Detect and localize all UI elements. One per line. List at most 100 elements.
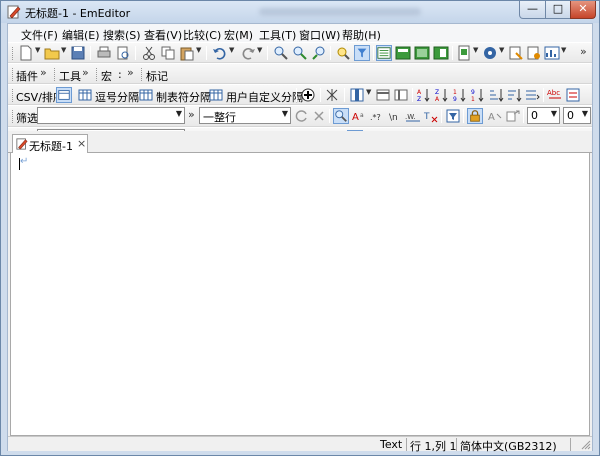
column-select-icon[interactable] — [349, 87, 365, 103]
tools-toolbar-label[interactable]: 工具 — [59, 68, 81, 84]
split-window-icon[interactable] — [395, 45, 411, 61]
tile-horizontal-icon[interactable] — [414, 45, 430, 61]
sort-numeric-ascending-icon[interactable]: 19 — [452, 87, 468, 103]
plugin-settings-icon[interactable] — [526, 45, 542, 61]
chevron-down-icon[interactable]: ▼ — [229, 46, 234, 54]
tile-vertical-icon[interactable] — [433, 45, 449, 61]
replace-icon[interactable] — [311, 45, 327, 61]
print-icon[interactable] — [96, 45, 112, 61]
sort-length-ascending-icon[interactable] — [488, 87, 504, 103]
toolbar-grip[interactable] — [12, 89, 15, 102]
number-before-select[interactable]: 0 ▼ — [527, 107, 560, 124]
menu-window[interactable]: 窗口(W) — [299, 27, 340, 43]
chevron-down-icon[interactable]: ▼ — [257, 46, 262, 54]
menu-file[interactable]: 文件(F) — [21, 27, 58, 43]
tab-close-icon[interactable]: × — [77, 137, 86, 150]
toolbar-grip[interactable] — [12, 110, 15, 123]
status-position[interactable]: 行 1,列 1 — [410, 438, 457, 454]
filter-input[interactable]: ▼ — [37, 107, 185, 124]
bookmark-toolbar-label[interactable]: 标记 — [146, 68, 168, 84]
menu-edit[interactable]: 编辑(E) — [62, 27, 100, 43]
comma-separated-icon[interactable] — [77, 87, 93, 103]
toolbar-grip[interactable] — [12, 47, 15, 60]
macro-toolbar-label[interactable]: 宏 — [101, 68, 112, 84]
maximize-button[interactable]: □ — [545, 1, 571, 19]
advanced-filter-icon[interactable] — [445, 108, 461, 124]
chevron-down-icon[interactable]: ▼ — [551, 109, 557, 118]
toolbar-grip[interactable] — [54, 68, 57, 81]
menu-macro[interactable]: 宏(M) — [224, 27, 253, 43]
toolbar-grip[interactable] — [141, 68, 144, 81]
match-case-icon[interactable]: Aa — [352, 108, 368, 124]
filter-toggle-icon[interactable] — [354, 45, 370, 61]
text-editor[interactable]: ↵ — [10, 153, 590, 436]
sort-length-descending-icon[interactable] — [506, 87, 522, 103]
csv-options-icon[interactable] — [565, 87, 581, 103]
close-button[interactable]: ✕ — [570, 1, 596, 19]
status-mode[interactable]: Text — [380, 438, 402, 451]
sort-z-a-icon[interactable]: ZA — [434, 87, 450, 103]
menu-tools[interactable]: 工具(T) — [259, 27, 296, 43]
escape-sequence-icon[interactable]: \n — [388, 108, 404, 124]
title-bar[interactable]: 无标题-1 - EmEditor — □ ✕ — [1, 1, 599, 23]
status-encoding[interactable]: 简体中文(GB2312) — [460, 438, 557, 454]
menu-compare[interactable]: 比较(C) — [183, 27, 221, 43]
find-icon[interactable] — [273, 45, 289, 61]
regex-icon[interactable]: .*? — [370, 108, 386, 124]
menu-help[interactable]: 帮助(H) — [342, 27, 381, 43]
save-icon[interactable] — [70, 45, 86, 61]
plugins-overflow-chevron[interactable]: » — [40, 66, 47, 79]
find-next-icon[interactable] — [292, 45, 308, 61]
chevron-down-icon[interactable]: ▼ — [282, 109, 288, 118]
sort-numeric-descending-icon[interactable]: 91 — [470, 87, 486, 103]
tab-separated-icon[interactable] — [138, 87, 154, 103]
minimize-button[interactable]: — — [519, 1, 546, 19]
macro-overflow-chevron[interactable]: » — [127, 66, 134, 79]
chevron-down-icon[interactable]: ▼ — [176, 109, 182, 118]
filter-mode-select[interactable]: 一整行 ▼ — [199, 107, 291, 124]
match-case-search-icon[interactable] — [333, 108, 349, 124]
refresh-filter-icon[interactable] — [294, 108, 310, 124]
chart-icon[interactable] — [544, 45, 560, 61]
chevron-down-icon[interactable]: ▼ — [473, 46, 478, 54]
adjust-columns-icon[interactable] — [324, 87, 340, 103]
open-folder-icon[interactable] — [44, 45, 60, 61]
plugins-toolbar-label[interactable]: 插件 — [16, 68, 38, 84]
spell-check-icon[interactable]: Abc — [547, 87, 563, 103]
lock-filter-icon[interactable] — [467, 108, 483, 124]
configuration-icon[interactable] — [482, 45, 498, 61]
csv-normal-mode-icon[interactable] — [56, 87, 72, 103]
custom-separated-icon[interactable] — [208, 87, 224, 103]
document-tab[interactable]: 无标题-1 × — [12, 134, 88, 154]
custom-separated-button[interactable]: 用户自定义分隔 — [226, 89, 303, 105]
bookmark-filter-icon[interactable]: A — [487, 108, 503, 124]
chevron-down-icon[interactable]: ▼ — [499, 46, 504, 54]
sort-a-z-icon[interactable]: AZ — [416, 87, 432, 103]
toolbar-overflow-chevron[interactable]: » — [580, 45, 587, 58]
new-file-icon[interactable] — [18, 45, 34, 61]
freeze-icon[interactable] — [393, 87, 409, 103]
highlight-search-icon[interactable] — [335, 45, 351, 61]
clear-filter-icon[interactable] — [311, 108, 327, 124]
heading-icon[interactable] — [375, 87, 391, 103]
filter-clear-text-icon[interactable]: T — [423, 108, 439, 124]
menu-search[interactable]: 搜索(S) — [103, 27, 141, 43]
tools-overflow-chevron[interactable]: » — [82, 66, 89, 79]
customize-icon[interactable] — [508, 45, 524, 61]
cut-icon[interactable] — [141, 45, 157, 61]
comma-separated-button[interactable]: 逗号分隔 — [95, 89, 139, 105]
chevron-down-icon[interactable]: ▼ — [561, 46, 566, 54]
extract-filter-icon[interactable] — [505, 108, 521, 124]
toolbar-grip[interactable] — [96, 68, 99, 81]
chevron-down-icon[interactable]: ▼ — [35, 46, 40, 54]
paste-icon[interactable] — [179, 45, 195, 61]
tab-separated-button[interactable]: 制表符分隔 — [156, 89, 211, 105]
copy-icon[interactable] — [160, 45, 176, 61]
menu-view[interactable]: 查看(V) — [144, 27, 182, 43]
chevron-down-icon[interactable]: ▼ — [582, 109, 588, 118]
add-column-icon[interactable] — [300, 87, 316, 103]
toolbar-grip[interactable] — [12, 68, 15, 81]
chevron-down-icon[interactable]: ▼ — [61, 46, 66, 54]
emeditor-app-icon[interactable] — [7, 5, 21, 19]
undo-icon[interactable] — [212, 45, 228, 61]
